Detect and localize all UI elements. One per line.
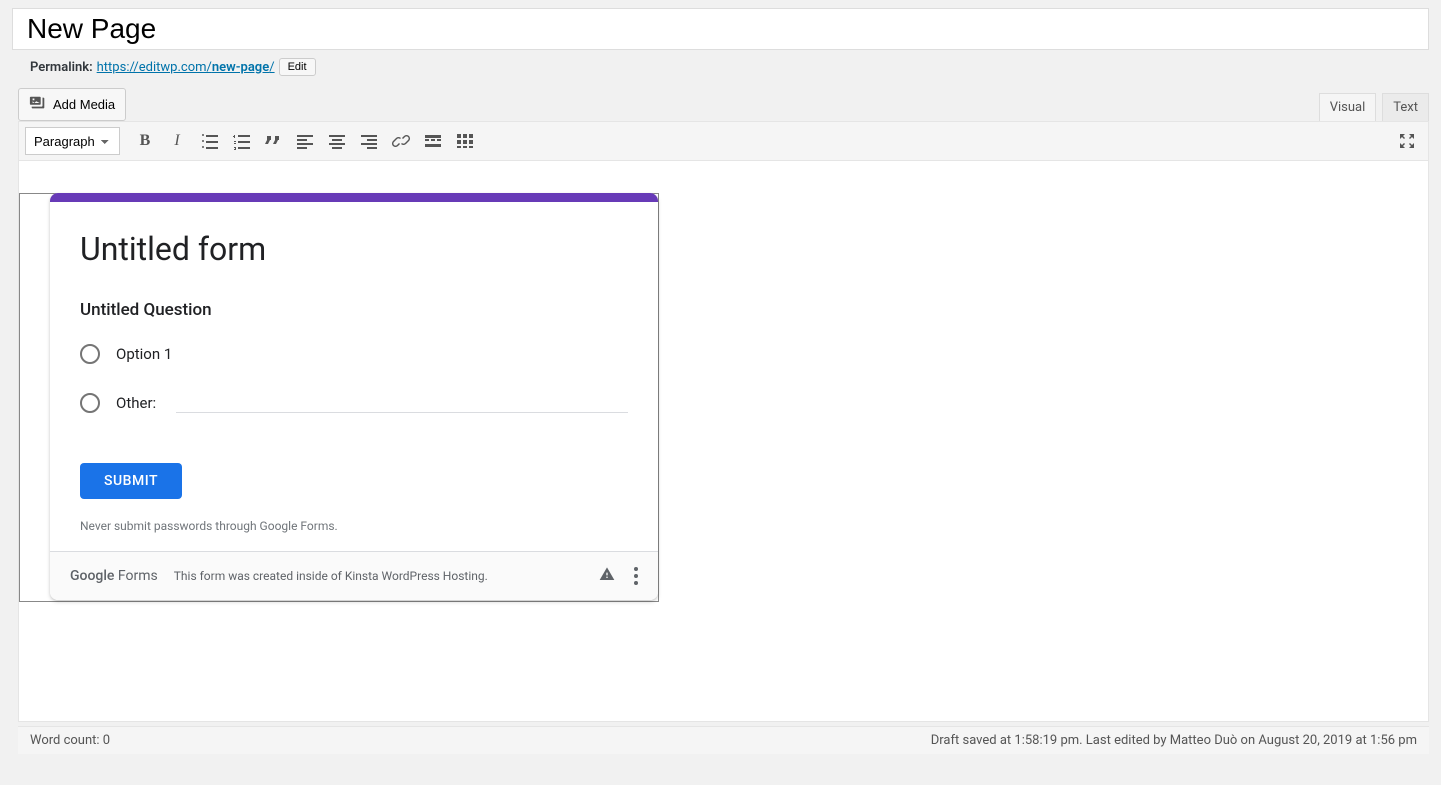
- align-center-button[interactable]: [322, 126, 352, 156]
- word-count: Word count: 0: [30, 733, 110, 748]
- add-media-button[interactable]: Add Media: [18, 88, 126, 121]
- warning-icon[interactable]: [598, 566, 616, 586]
- form-accent-bar: [50, 193, 658, 202]
- permalink-label: Permalink:: [30, 60, 93, 75]
- form-disclaimer: Never submit passwords through Google Fo…: [80, 519, 628, 533]
- page-title-input[interactable]: [12, 8, 1429, 50]
- editor-content[interactable]: Untitled form Untitled Question Option 1…: [19, 161, 1428, 721]
- bold-button[interactable]: B: [130, 126, 160, 156]
- form-title: Untitled form: [80, 230, 628, 268]
- italic-button[interactable]: I: [162, 126, 192, 156]
- permalink-row: Permalink: https://editwp.com/new-page/ …: [30, 58, 1437, 76]
- editor-footer: Word count: 0 Draft saved at 1:58:19 pm.…: [18, 726, 1429, 754]
- radio-icon[interactable]: [80, 393, 100, 413]
- numbered-list-button[interactable]: [226, 126, 256, 156]
- toolbar: Paragraph B I: [19, 122, 1428, 161]
- form-footer-text: This form was created inside of Kinsta W…: [174, 569, 488, 583]
- fullscreen-button[interactable]: [1392, 126, 1422, 156]
- form-question: Untitled Question: [80, 300, 628, 320]
- tab-text[interactable]: Text: [1382, 93, 1429, 121]
- tab-visual[interactable]: Visual: [1319, 93, 1377, 121]
- blockquote-button[interactable]: [258, 126, 288, 156]
- google-forms-logo[interactable]: Google Forms: [70, 568, 158, 584]
- edit-permalink-button[interactable]: Edit: [279, 58, 316, 76]
- align-right-button[interactable]: [354, 126, 384, 156]
- permalink-link[interactable]: https://editwp.com/new-page/: [97, 60, 275, 75]
- link-button[interactable]: [386, 126, 416, 156]
- align-left-button[interactable]: [290, 126, 320, 156]
- submit-button[interactable]: SUBMIT: [80, 463, 182, 499]
- form-footer: Google Forms This form was created insid…: [50, 551, 658, 600]
- more-icon[interactable]: [634, 567, 638, 585]
- editor: Paragraph B I: [18, 121, 1429, 722]
- form-option-1[interactable]: Option 1: [80, 344, 628, 364]
- status-text: Draft saved at 1:58:19 pm. Last edited b…: [931, 733, 1417, 748]
- embedded-form-frame: Untitled form Untitled Question Option 1…: [19, 193, 659, 602]
- bullet-list-button[interactable]: [194, 126, 224, 156]
- toolbar-toggle-button[interactable]: [450, 126, 480, 156]
- read-more-button[interactable]: [418, 126, 448, 156]
- other-input[interactable]: [176, 392, 628, 413]
- form-option-other[interactable]: Other:: [80, 392, 628, 413]
- radio-icon[interactable]: [80, 344, 100, 364]
- format-select[interactable]: Paragraph: [25, 127, 120, 155]
- media-icon: [29, 94, 47, 115]
